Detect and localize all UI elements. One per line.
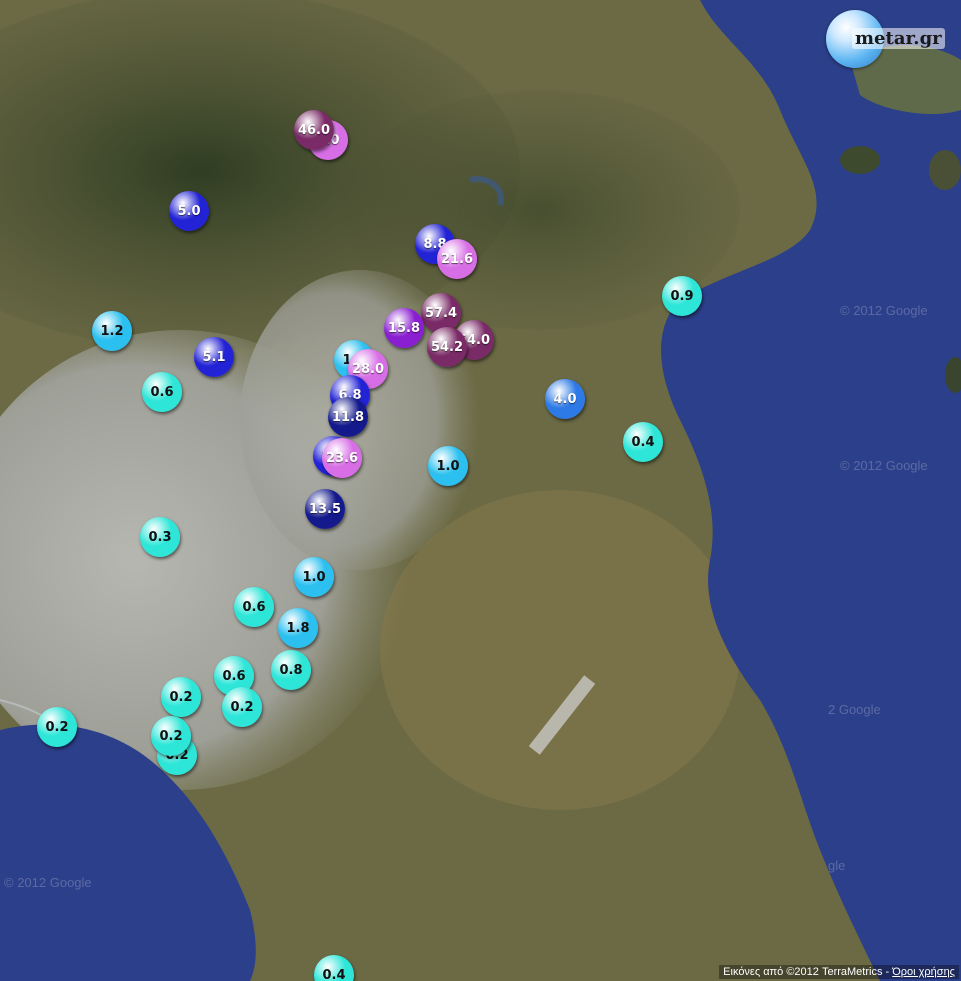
rainfall-marker[interactable]: 1.0 — [294, 557, 334, 597]
rainfall-marker[interactable]: 5.1 — [194, 337, 234, 377]
rainfall-marker[interactable]: 46.0 — [294, 110, 334, 150]
rainfall-marker[interactable]: 15.8 — [384, 308, 424, 348]
rainfall-marker[interactable]: 1.8 — [278, 608, 318, 648]
rainfall-marker[interactable]: 0.2 — [222, 687, 262, 727]
logo-text: metar.gr — [852, 28, 945, 49]
google-watermark: © 2012 Google — [4, 875, 92, 890]
rainfall-marker[interactable]: 1.2 — [92, 311, 132, 351]
rainfall-marker[interactable]: 0.3 — [140, 517, 180, 557]
map-attribution: Εικόνες από ©2012 TerraMetrics - Όροι χρ… — [719, 965, 959, 979]
rainfall-marker[interactable]: 0.4 — [623, 422, 663, 462]
map-view[interactable]: © 2012 Google © 2012 Google 2 Google © 2… — [0, 0, 961, 981]
rainfall-marker[interactable]: 0.9 — [662, 276, 702, 316]
google-watermark: © 2012 Google — [840, 303, 928, 318]
rainfall-marker[interactable]: 23.6 — [322, 438, 362, 478]
rainfall-marker[interactable]: 0.2 — [37, 707, 77, 747]
rainfall-marker[interactable]: 4.0 — [545, 379, 585, 419]
rainfall-marker[interactable]: 0.2 — [151, 716, 191, 756]
google-watermark: © 2012 Google — [840, 458, 928, 473]
rainfall-marker[interactable]: 21.6 — [437, 239, 477, 279]
google-watermark: gle — [828, 858, 846, 873]
rainfall-marker[interactable]: 5.0 — [169, 191, 209, 231]
rainfall-marker[interactable]: 1.0 — [428, 446, 468, 486]
rainfall-marker[interactable]: 0.6 — [142, 372, 182, 412]
attribution-text: Εικόνες από ©2012 TerraMetrics - — [723, 966, 893, 978]
rainfall-marker[interactable]: 13.5 — [305, 489, 345, 529]
rainfall-marker[interactable]: 0.6 — [234, 587, 274, 627]
rainfall-marker[interactable]: 0.2 — [161, 677, 201, 717]
rainfall-marker[interactable]: 54.2 — [427, 327, 467, 367]
google-watermark: 2 Google — [828, 702, 881, 717]
rainfall-marker[interactable]: 11.8 — [328, 397, 368, 437]
terms-link[interactable]: Όροι χρήσης — [892, 966, 955, 978]
satellite-terrain — [0, 0, 961, 981]
rainfall-marker[interactable]: 0.8 — [271, 650, 311, 690]
site-logo[interactable]: metar.gr — [826, 8, 956, 68]
